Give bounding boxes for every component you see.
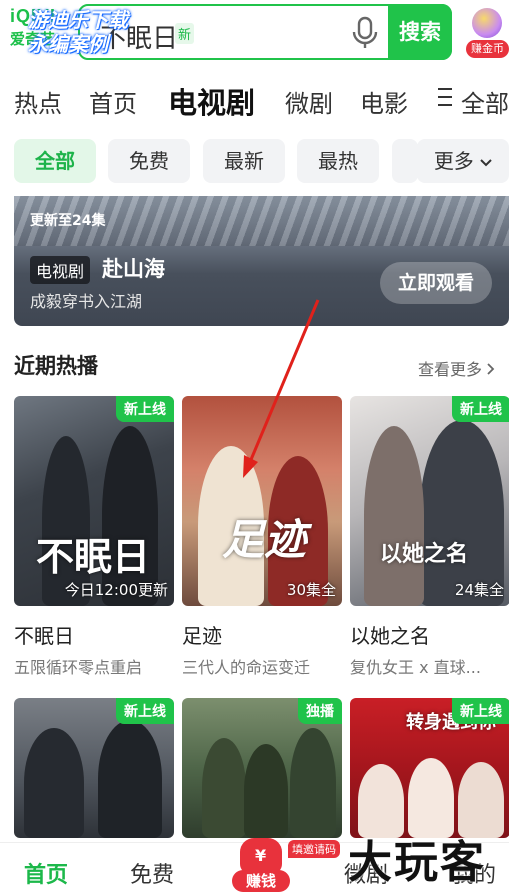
- poster-card[interactable]: 足迹 30集全: [182, 396, 342, 606]
- card-title[interactable]: 足迹: [182, 620, 222, 649]
- category-tabs: 热点 首页 电视剧 微剧 电影 全部: [0, 78, 509, 122]
- bottom-tab-home[interactable]: 首页: [24, 857, 68, 889]
- bottom-tab-earn[interactable]: 赚钱: [232, 838, 290, 892]
- bottom-tab-free[interactable]: 免费: [130, 857, 174, 889]
- money-bag-icon: [240, 838, 282, 874]
- poster-figure: [24, 728, 84, 838]
- tab-home[interactable]: 首页: [89, 84, 137, 119]
- poster-card[interactable]: 新上线: [14, 698, 174, 838]
- featured-banner[interactable]: 更新至24集 电视剧 赴山海 成毅穿书入江湖 立即观看: [14, 196, 509, 326]
- tab-all[interactable]: 全部: [461, 84, 509, 119]
- filter-all[interactable]: 全部: [14, 139, 96, 183]
- poster-card[interactable]: 独播: [182, 698, 342, 838]
- filter-free[interactable]: 免费: [108, 139, 190, 183]
- tab-tv-series[interactable]: 电视剧: [168, 80, 255, 122]
- corner-watermark: 大玩客: [348, 837, 486, 888]
- genre-badge: 电视剧: [30, 256, 91, 284]
- poster-art-title: 足迹: [222, 515, 307, 564]
- card-subtitle: 三代人的命运变迁: [182, 658, 311, 677]
- card-title[interactable]: 不眠日: [14, 620, 74, 649]
- poster-art-title: 不眠日: [36, 534, 151, 579]
- filter-more-label: 更多: [433, 149, 474, 173]
- watermark-line: 永编案例: [28, 32, 108, 56]
- banner-title: 赴山海: [102, 257, 165, 281]
- filter-more-button[interactable]: 更多: [417, 139, 509, 183]
- card-title[interactable]: 以她之名: [350, 620, 430, 649]
- poster-card[interactable]: 不眠日 新上线 今日12:00更新: [14, 396, 174, 606]
- chevron-down-icon: [480, 159, 492, 167]
- see-more-link[interactable]: 查看更多: [418, 356, 495, 380]
- new-release-badge: 新上线: [452, 396, 509, 422]
- poster-figure: [244, 744, 288, 838]
- poster-figure: [202, 738, 246, 838]
- chevron-right-icon: [487, 363, 495, 375]
- coin-icon: [472, 8, 502, 38]
- earn-coins-button[interactable]: 赚金币: [464, 6, 509, 58]
- banner-subtitle: 成毅穿书入江湖: [30, 292, 143, 311]
- microphone-icon[interactable]: [350, 16, 380, 50]
- hamburger-icon[interactable]: [437, 86, 453, 114]
- poster-art-title: 以她之名: [380, 541, 469, 567]
- poster-card[interactable]: 转身遇到你 新上线: [350, 698, 509, 838]
- filter-chip-partial: [392, 139, 418, 183]
- watermark-line: 游迪乐下载: [28, 8, 128, 32]
- search-button[interactable]: 搜索: [388, 4, 452, 60]
- poster-figure: [364, 426, 424, 606]
- tab-micro-drama[interactable]: 微剧: [285, 84, 333, 119]
- invite-code-badge[interactable]: 填邀请码: [288, 840, 340, 858]
- poster-figure: [290, 728, 336, 838]
- poster-card[interactable]: 以她之名 新上线 24集全: [350, 396, 509, 606]
- search-bar[interactable]: 不眠日 新 搜索: [78, 4, 452, 60]
- tab-movie[interactable]: 电影: [360, 84, 408, 119]
- new-release-badge: 新上线: [116, 698, 174, 724]
- card-subtitle: 复仇女王 x 直球...: [350, 658, 481, 677]
- earn-label: 赚钱: [232, 870, 290, 892]
- episode-caption: 24集全: [454, 581, 504, 599]
- episode-caption: 今日12:00更新: [64, 581, 168, 599]
- filter-hottest[interactable]: 最热: [297, 139, 379, 183]
- earn-coins-label: 赚金币: [466, 40, 509, 58]
- tab-hot[interactable]: 热点: [14, 84, 62, 119]
- watermark-overlay: 游迪乐下载 永编案例: [28, 8, 128, 56]
- card-subtitle: 五限循环零点重启: [14, 658, 143, 677]
- see-more-label: 查看更多: [418, 360, 483, 379]
- exclusive-badge: 独播: [298, 698, 342, 724]
- new-release-badge: 新上线: [116, 396, 174, 422]
- section-title: 近期热播: [14, 354, 98, 378]
- watch-now-button[interactable]: 立即观看: [380, 262, 492, 304]
- episode-caption: 30集全: [286, 581, 336, 599]
- filter-latest[interactable]: 最新: [203, 139, 285, 183]
- update-status: 更新至24集: [30, 213, 106, 229]
- new-badge: 新: [175, 23, 195, 44]
- poster-figure: [98, 720, 162, 838]
- new-release-badge: 新上线: [452, 698, 509, 724]
